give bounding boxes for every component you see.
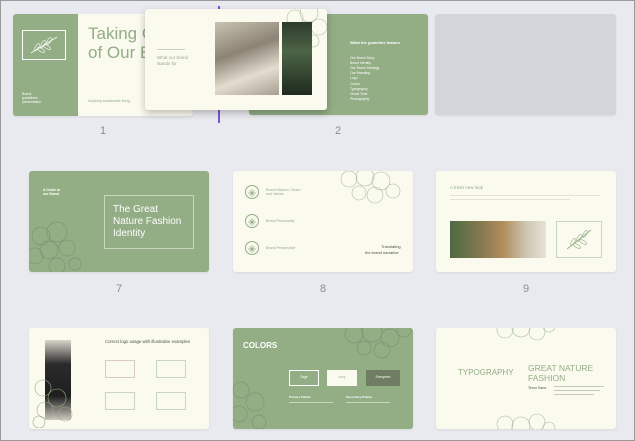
text-line bbox=[450, 195, 600, 196]
sparkle-icon bbox=[245, 214, 259, 228]
logo-example-box bbox=[156, 392, 186, 410]
slide-8-item: Brand Personality bbox=[266, 219, 295, 223]
floral-decoration-icon bbox=[496, 413, 556, 429]
slide-number-1: 1 bbox=[99, 125, 107, 137]
sparkle-icon bbox=[245, 241, 259, 255]
logo-frame bbox=[556, 221, 602, 258]
photo-plants-bag bbox=[450, 221, 546, 258]
floral-decoration-icon bbox=[344, 328, 412, 359]
logo-example-box bbox=[156, 360, 186, 378]
text-line bbox=[346, 402, 390, 403]
slide-2-item-list: Our Brand Story Brand Identity Our Brand… bbox=[350, 56, 379, 102]
color-swatch-ivory: Ivory bbox=[327, 370, 357, 386]
slide-8-item: Brand Perspective bbox=[266, 246, 296, 250]
photo-person-coat bbox=[215, 22, 279, 95]
slide-number-2: 2 bbox=[334, 125, 342, 137]
slide-8-note-line1: Translating bbox=[381, 244, 401, 249]
slide-number-9: 9 bbox=[522, 283, 530, 295]
slide-thumbnail-11[interactable]: COLORS Sage Ivory Evergreen Primary Pale… bbox=[233, 328, 413, 429]
slide-7-title-line2: Nature Fashion bbox=[113, 216, 182, 227]
slide-12-subhead: Tenor Sans bbox=[528, 386, 547, 390]
slide-8-note-line2: the brand narrative bbox=[365, 250, 399, 255]
slide-thumbnail-12[interactable]: TYPOGRAPHY GREAT NATURE FASHION Tenor Sa… bbox=[436, 328, 616, 429]
text-line bbox=[554, 394, 594, 395]
slide-7-title-line3: Identity bbox=[113, 228, 146, 239]
slide-thumbnail-placeholder[interactable] bbox=[435, 14, 616, 115]
slide-8-item: Brand Mission, Vision and Values bbox=[266, 188, 301, 197]
dragged-slide[interactable]: What our brand stands for bbox=[145, 9, 327, 110]
floral-decoration-icon bbox=[233, 381, 267, 429]
swatch-label: Sage bbox=[300, 375, 308, 379]
floral-decoration-icon bbox=[32, 379, 73, 428]
logo-example-box bbox=[105, 392, 135, 410]
text-line bbox=[554, 386, 604, 387]
text-line bbox=[554, 390, 600, 391]
slide-7-label: A Guide to our Brand bbox=[43, 188, 61, 196]
slide-12-heading: TYPOGRAPHY bbox=[458, 368, 514, 377]
palette-label: Secondary Palette bbox=[346, 395, 373, 399]
text-line bbox=[289, 402, 333, 403]
divider bbox=[157, 49, 185, 50]
slide-thumbnail-10[interactable]: Correct logo usage with illustrative exa… bbox=[29, 328, 209, 429]
leaf-icon bbox=[30, 36, 58, 54]
logo-example-box bbox=[105, 360, 135, 378]
photo-plant bbox=[282, 22, 312, 95]
dragged-slide-text-line1: What our brand bbox=[157, 55, 189, 60]
slide-1-tagline: Inspiring sustainable living bbox=[88, 99, 130, 103]
slide-12-title-line2: FASHION bbox=[528, 373, 566, 383]
slide-number-7: 7 bbox=[115, 283, 123, 295]
color-swatch-sage: Sage bbox=[289, 370, 319, 386]
text-line bbox=[450, 199, 570, 200]
slide-11-heading: COLORS bbox=[243, 341, 278, 350]
palette-label: Primary Palette bbox=[289, 395, 311, 399]
swatch-label: Evergreen bbox=[375, 375, 391, 379]
floral-decoration-icon bbox=[340, 171, 401, 204]
color-swatch-evergreen: Evergreen bbox=[366, 370, 400, 386]
swatch-label: Ivory bbox=[338, 375, 346, 379]
sparkle-icon bbox=[245, 185, 259, 199]
slide-thumbnail-9[interactable]: A fresh new look bbox=[436, 171, 616, 272]
floral-decoration-icon bbox=[496, 328, 555, 341]
floral-decoration-icon bbox=[29, 221, 82, 272]
slide-1-title-line2: of Our E bbox=[88, 43, 152, 62]
slide-number-8: 8 bbox=[319, 283, 327, 295]
slide-1-footer: Brand guidelines presentation bbox=[22, 92, 42, 105]
slide-10-heading: Correct logo usage with illustrative exa… bbox=[105, 339, 191, 344]
slide-thumbnail-8[interactable]: Brand Mission, Vision and Values Brand P… bbox=[233, 171, 413, 272]
slide-2-heading: What the guideline feature bbox=[350, 40, 401, 45]
slide-7-title-line1: The Great bbox=[113, 204, 159, 215]
leaf-icon bbox=[566, 229, 592, 250]
slide-9-heading: A fresh new look bbox=[450, 185, 484, 190]
dragged-slide-text-line2: stands for bbox=[157, 61, 177, 66]
slide-2-item: Photography bbox=[350, 96, 370, 101]
slide-thumbnail-7[interactable]: A Guide to our Brand The Great Nature Fa… bbox=[29, 171, 209, 272]
logo-frame bbox=[22, 30, 66, 60]
